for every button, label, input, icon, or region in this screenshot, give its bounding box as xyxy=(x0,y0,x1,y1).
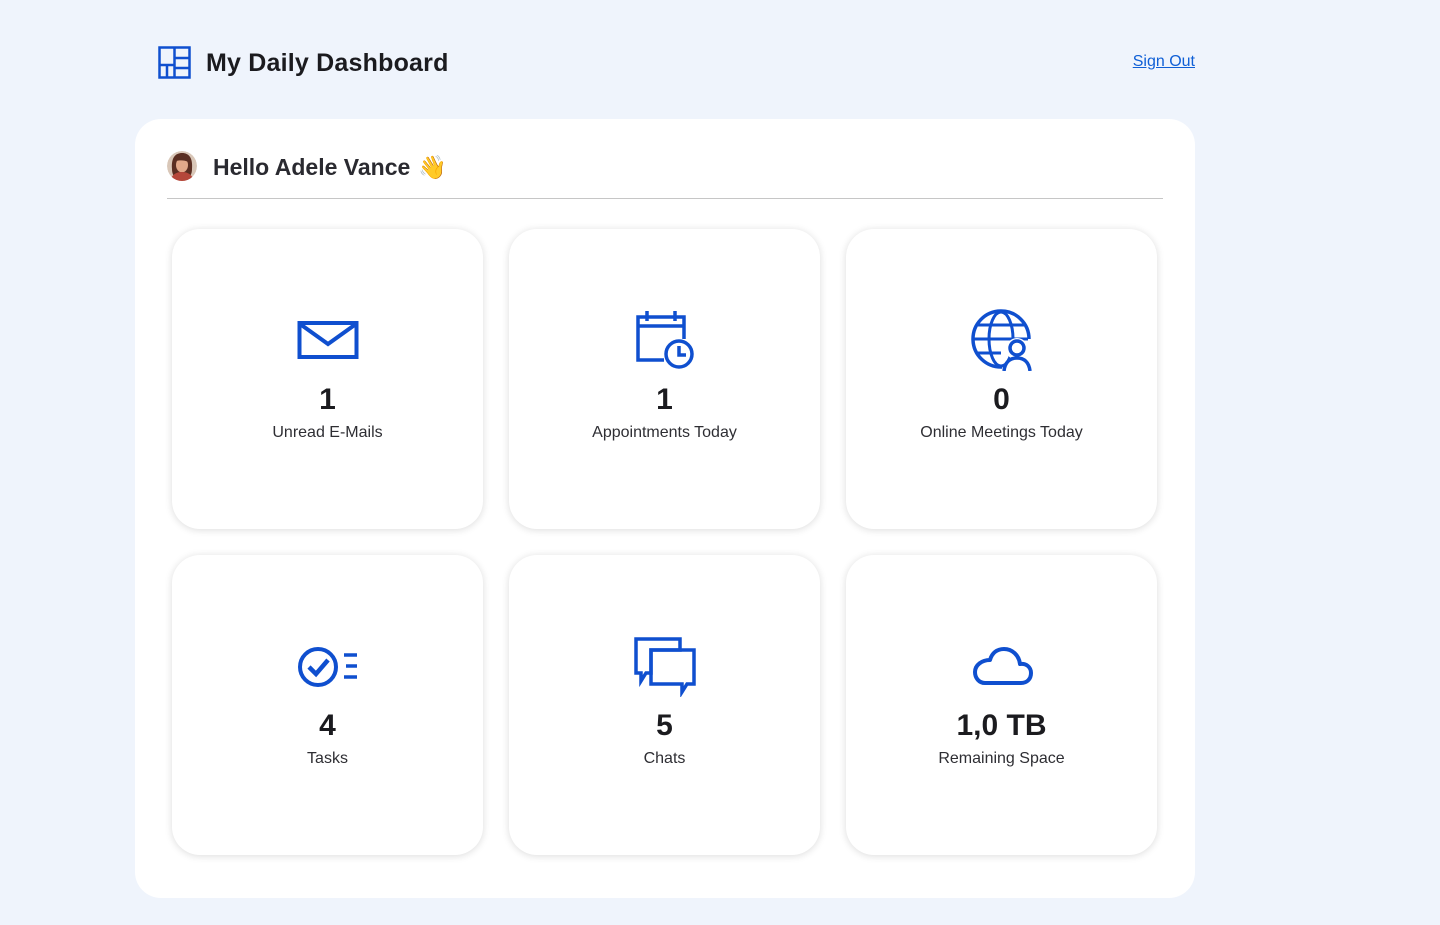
tasks-count: 4 xyxy=(319,709,336,742)
unread-emails-count: 1 xyxy=(319,383,336,416)
remaining-space-label: Remaining Space xyxy=(938,750,1065,767)
task-check-list-icon xyxy=(298,647,357,687)
appointments-card[interactable]: 1 Appointments Today xyxy=(509,229,820,529)
tasks-label: Tasks xyxy=(307,750,348,767)
dashboard-panel: Hello Adele Vance 👋 1 Unread E-Mails 1 Ap… xyxy=(135,119,1195,898)
mail-icon xyxy=(297,321,359,359)
chat-bubbles-icon xyxy=(634,637,696,697)
greeting-row: Hello Adele Vance 👋 xyxy=(167,151,1163,183)
tasks-card[interactable]: 4 Tasks xyxy=(172,555,483,855)
remaining-space-card[interactable]: 1,0 TB Remaining Space xyxy=(846,555,1157,855)
globe-person-icon xyxy=(971,309,1032,371)
divider xyxy=(167,198,1163,199)
app-header: My Daily Dashboard Sign Out xyxy=(158,45,1195,79)
appointments-count: 1 xyxy=(656,383,673,416)
unread-emails-label: Unread E-Mails xyxy=(272,424,383,441)
chats-count: 5 xyxy=(656,709,673,742)
sign-out-link[interactable]: Sign Out xyxy=(1133,52,1195,72)
online-meetings-label: Online Meetings Today xyxy=(920,424,1083,441)
dashboard-grid-icon xyxy=(158,46,191,79)
cloud-icon xyxy=(973,647,1033,685)
calendar-clock-icon xyxy=(636,311,694,369)
appointments-label: Appointments Today xyxy=(592,424,737,441)
chats-card[interactable]: 5 Chats xyxy=(509,555,820,855)
unread-emails-card[interactable]: 1 Unread E-Mails xyxy=(172,229,483,529)
user-avatar[interactable] xyxy=(167,151,197,181)
wave-emoji: 👋 xyxy=(418,154,447,180)
remaining-space-value: 1,0 TB xyxy=(956,709,1047,742)
chats-label: Chats xyxy=(643,750,686,767)
greeting-name: Hello Adele Vance xyxy=(213,154,411,180)
greeting-text: Hello Adele Vance 👋 xyxy=(213,153,447,181)
app-title: My Daily Dashboard xyxy=(206,49,449,77)
online-meetings-count: 0 xyxy=(993,383,1010,416)
online-meetings-card[interactable]: 0 Online Meetings Today xyxy=(846,229,1157,529)
